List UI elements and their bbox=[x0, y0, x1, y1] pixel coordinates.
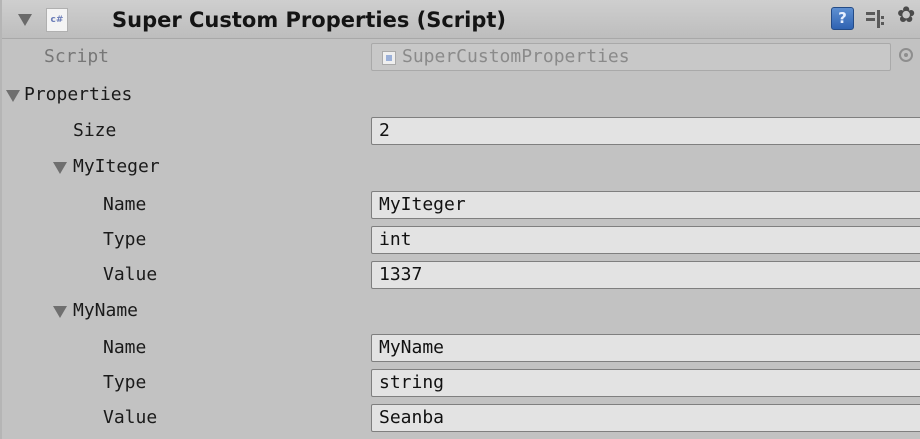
property-type-row: Type int bbox=[2, 223, 920, 257]
type-label: Type bbox=[103, 229, 147, 250]
property-foldout-triangle-icon[interactable] bbox=[53, 162, 67, 174]
name-label: Name bbox=[103, 337, 147, 358]
property-header: MyIteger bbox=[73, 156, 160, 177]
size-field[interactable]: 2 bbox=[371, 117, 920, 145]
type-field[interactable]: int bbox=[371, 226, 920, 254]
property-foldout-0[interactable]: MyIteger bbox=[2, 150, 920, 184]
name-field[interactable]: MyIteger bbox=[371, 191, 920, 219]
foldout-triangle-icon[interactable] bbox=[18, 14, 32, 26]
property-foldout-triangle-icon[interactable] bbox=[53, 306, 67, 318]
properties-foldout[interactable]: Properties bbox=[2, 78, 920, 112]
size-label: Size bbox=[73, 120, 117, 141]
property-type-row: Type string bbox=[2, 366, 920, 400]
properties-label: Properties bbox=[24, 84, 133, 105]
property-header: MyName bbox=[73, 300, 139, 321]
script-asset-icon bbox=[382, 51, 396, 65]
value-field[interactable]: 1337 bbox=[371, 261, 920, 289]
csharp-script-icon: c# bbox=[46, 8, 68, 32]
script-field[interactable]: SuperCustomProperties bbox=[371, 43, 891, 71]
properties-foldout-triangle-icon[interactable] bbox=[6, 90, 20, 102]
type-label: Type bbox=[103, 372, 147, 393]
help-icon[interactable]: ? bbox=[831, 7, 854, 30]
gear-icon[interactable]: ✿ bbox=[897, 3, 915, 29]
value-label: Value bbox=[103, 407, 158, 428]
property-name-row: Name MyIteger bbox=[2, 188, 920, 222]
property-value-row: Value 1337 bbox=[2, 258, 920, 292]
name-field[interactable]: MyName bbox=[371, 334, 920, 362]
value-field[interactable]: Seanba bbox=[371, 404, 920, 432]
script-row: Script SuperCustomProperties bbox=[2, 40, 920, 74]
property-value-row: Value Seanba bbox=[2, 401, 920, 435]
type-field[interactable]: string bbox=[371, 369, 920, 397]
presets-icon[interactable] bbox=[864, 8, 886, 30]
size-row: Size 2 bbox=[2, 114, 920, 148]
property-name-row: Name MyName bbox=[2, 331, 920, 365]
object-picker-icon[interactable] bbox=[899, 48, 913, 62]
value-label: Value bbox=[103, 264, 158, 285]
name-label: Name bbox=[103, 194, 147, 215]
inspector-panel: c# Super Custom Properties (Script) ? ✿ … bbox=[0, 0, 920, 439]
component-header[interactable]: c# Super Custom Properties (Script) ? ✿ bbox=[2, 0, 920, 39]
component-title: Super Custom Properties (Script) bbox=[112, 8, 507, 32]
property-foldout-1[interactable]: MyName bbox=[2, 294, 920, 328]
script-label: Script bbox=[44, 46, 110, 67]
